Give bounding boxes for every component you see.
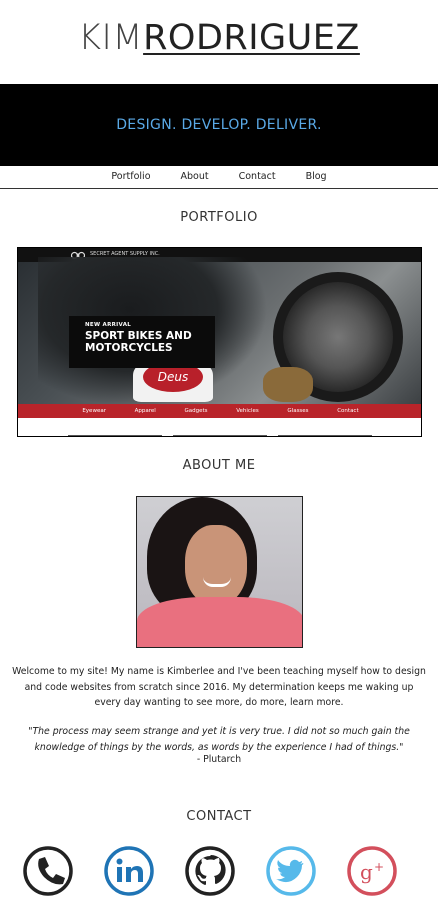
nav-item-blog[interactable]: Blog	[306, 166, 327, 188]
profile-photo	[136, 496, 303, 648]
preview-menu-item: Contact	[337, 408, 359, 414]
preview-menu-item: Vehicles	[236, 408, 259, 414]
hero-tagline: DESIGN. DEVELOP. DELIVER.	[116, 117, 322, 133]
shirt-shape	[137, 597, 302, 647]
google-plus-icon[interactable]: g +	[346, 845, 398, 897]
contact-title: CONTACT	[186, 809, 252, 824]
logo-first-name: KIM	[78, 18, 144, 58]
badge-line-1: SPORT BIKES AND	[85, 330, 192, 342]
preview-divider	[68, 435, 162, 436]
preview-menu-item: Glasses	[287, 408, 309, 414]
nav-item-about[interactable]: About	[181, 166, 209, 188]
portfolio-title: PORTFOLIO	[180, 210, 258, 225]
preview-menu-item: Eyewear	[82, 408, 106, 414]
quote-author: - Plutarch	[196, 754, 242, 765]
about-bio: Welcome to my site! My name is Kimberlee…	[12, 666, 426, 708]
hero-banner: DESIGN. DEVELOP. DELIVER.	[0, 84, 438, 166]
badge-kicker: NEW ARRIVAL	[85, 322, 132, 328]
about-quote: "The process may seem strange and yet it…	[28, 726, 410, 753]
svg-text:g: g	[360, 860, 373, 884]
nav-item-portfolio[interactable]: Portfolio	[111, 166, 150, 188]
contact-icons: g +	[0, 845, 438, 897]
linkedin-icon[interactable]	[103, 845, 155, 897]
preview-menu: Eyewear Apparel Gadgets Vehicles Glasses…	[18, 404, 421, 418]
preview-badge: NEW ARRIVAL SPORT BIKES AND MOTORCYCLES	[69, 316, 215, 368]
twitter-icon[interactable]	[265, 845, 317, 897]
logo-last-name: RODRIGUEZ	[143, 18, 360, 58]
portfolio-preview[interactable]: SECRET AGENT SUPPLY INC. Deus NEW ARRIVA…	[17, 247, 422, 437]
main-nav: Portfolio About Contact Blog	[0, 166, 438, 189]
preview-divider	[278, 435, 372, 436]
nav-item-contact[interactable]: Contact	[239, 166, 276, 188]
svg-text:+: +	[374, 860, 384, 874]
about-title: ABOUT ME	[182, 458, 256, 473]
preview-menu-item: Apparel	[134, 408, 156, 414]
face-shape	[185, 525, 247, 605]
preview-divider	[173, 435, 267, 436]
phone-icon[interactable]	[22, 845, 74, 897]
badge-line-2: MOTORCYCLES	[85, 342, 173, 354]
preview-menu-item: Gadgets	[184, 408, 208, 414]
glove-shape	[263, 367, 313, 402]
site-logo[interactable]: KIMRODRIGUEZ	[0, 18, 438, 58]
github-icon[interactable]	[184, 845, 236, 897]
